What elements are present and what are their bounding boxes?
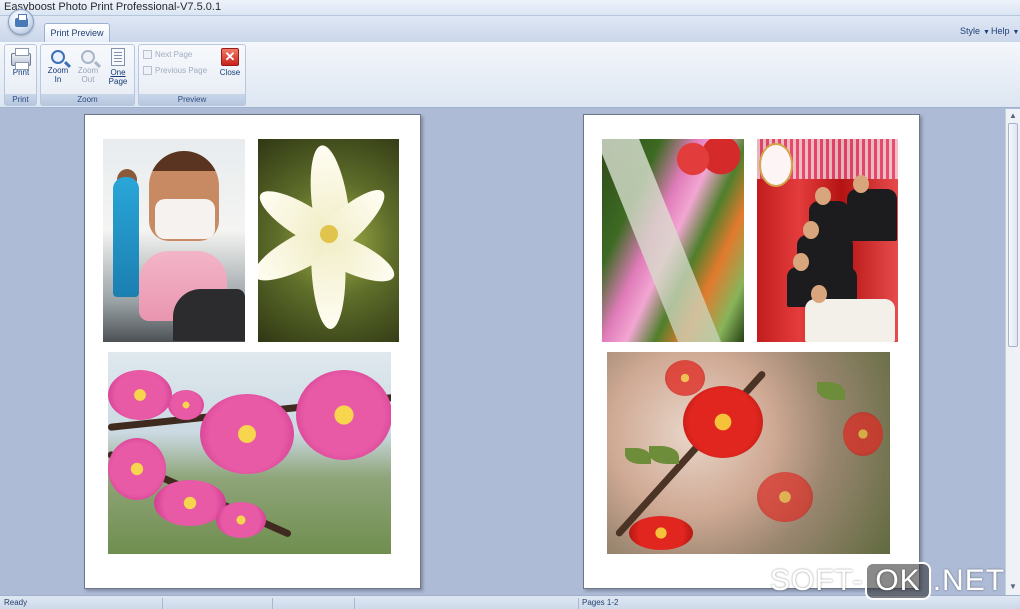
photo-detail	[843, 412, 883, 456]
photo-detail	[683, 386, 763, 458]
zoom-group: Zoom In Zoom Out One Page Zoom	[40, 44, 135, 106]
previous-page-icon	[143, 66, 152, 76]
zoom-out-label-line2: Out	[81, 75, 95, 84]
zoom-out-icon	[81, 50, 95, 64]
photo-detail	[113, 177, 139, 297]
window-title: Easyboost Photo Print Professional-V7.5.…	[4, 1, 222, 13]
print-group-label: Print	[5, 94, 36, 105]
status-divider	[355, 598, 579, 609]
zoom-out-label-line1: Zoom	[77, 66, 99, 75]
photo-detail	[649, 446, 679, 464]
close-icon: ✕	[221, 48, 239, 66]
close-label: Close	[219, 68, 241, 77]
zoom-in-label-line1: Zoom	[47, 66, 69, 75]
photo-detail	[629, 516, 693, 550]
photo-detail	[815, 187, 831, 205]
photo-detail	[108, 438, 166, 500]
previous-page-label: Previous Page	[155, 66, 208, 75]
photo-detail	[793, 253, 809, 271]
photo-detail	[320, 225, 338, 243]
photo-detail	[805, 285, 895, 342]
status-pages: Pages 1-2	[582, 598, 619, 607]
watermark-text-left: SOFT-	[770, 564, 864, 597]
watermark-text-box: OK	[865, 562, 931, 600]
photo-detail	[853, 175, 869, 193]
title-bar: Easyboost Photo Print Professional-V7.5.…	[0, 0, 1020, 16]
photo-white-lily[interactable]	[258, 139, 399, 342]
ribbon-tab-row: Print Preview Style ▼ Help ▼	[0, 16, 1020, 42]
photo-fitness-woman[interactable]	[103, 139, 245, 342]
photo-detail	[811, 285, 827, 303]
help-menu-label: Help	[991, 26, 1010, 36]
photo-detail	[155, 199, 215, 239]
next-page-label: Next Page	[155, 50, 193, 59]
photo-detail	[625, 448, 651, 464]
print-button[interactable]: Print	[7, 48, 35, 77]
photo-red-quince-blossom[interactable]	[607, 352, 890, 554]
close-preview-button[interactable]: ✕ Close	[216, 48, 244, 77]
tab-print-preview[interactable]: Print Preview	[44, 23, 110, 42]
zoom-group-label: Zoom	[41, 94, 134, 105]
photo-detail	[757, 472, 813, 522]
preview-workspace[interactable]	[0, 109, 1005, 595]
photo-detail	[168, 390, 204, 420]
print-group: Print Print	[4, 44, 37, 106]
next-page-icon	[143, 50, 152, 60]
scrollbar-thumb[interactable]	[1008, 123, 1018, 347]
photo-detail	[759, 143, 793, 187]
photo-detail	[296, 370, 391, 460]
photo-detail	[665, 360, 705, 396]
status-divider	[163, 598, 273, 609]
photo-detail	[672, 139, 742, 179]
zoom-out-button[interactable]: Zoom Out	[74, 48, 102, 84]
one-page-label-line1: One	[110, 68, 126, 77]
photo-detail	[200, 394, 294, 474]
photo-flower-garden[interactable]	[602, 139, 744, 342]
print-page-2	[583, 114, 920, 589]
previous-page-button[interactable]: Previous Page	[143, 66, 208, 76]
status-divider	[273, 598, 355, 609]
photo-detail	[108, 370, 172, 420]
help-menu[interactable]: Help ▼	[991, 26, 1019, 36]
status-divider	[0, 598, 163, 609]
zoom-in-icon	[51, 50, 65, 64]
zoom-in-button[interactable]: Zoom In	[44, 48, 72, 84]
one-page-icon	[111, 48, 125, 66]
chevron-down-icon: ▼	[983, 29, 990, 36]
zoom-in-label-line2: In	[54, 75, 62, 84]
preview-group-label: Preview	[139, 94, 245, 105]
photo-pink-blossom[interactable]	[108, 352, 391, 554]
vertical-scrollbar[interactable]: ▲ ▼	[1005, 109, 1020, 595]
ribbon: Print Print Zoom In Zoom Out One Page Zo…	[0, 42, 1020, 108]
one-page-label-line2: Page	[108, 77, 128, 86]
photo-detail	[803, 221, 819, 239]
scroll-up-arrow-icon[interactable]: ▲	[1008, 110, 1018, 122]
photo-detail	[847, 175, 897, 241]
photo-detail	[216, 502, 266, 538]
printer-icon	[11, 48, 31, 70]
style-menu-label: Style	[960, 26, 981, 36]
scroll-down-arrow-icon[interactable]: ▼	[1008, 581, 1018, 593]
app-logo-icon	[15, 14, 28, 27]
watermark-logo: SOFT- OK .NET	[770, 562, 1005, 602]
watermark-text-right: .NET	[932, 564, 1006, 597]
photo-detail	[173, 289, 245, 341]
print-page-1	[84, 114, 421, 589]
photo-detail	[817, 382, 845, 400]
photo-group-red[interactable]	[757, 139, 898, 342]
one-page-button[interactable]: One Page	[104, 48, 132, 86]
next-page-button[interactable]: Next Page	[143, 50, 193, 60]
chevron-down-icon: ▼	[1012, 29, 1020, 36]
preview-group: Next Page Previous Page ✕ Close Preview	[138, 44, 246, 106]
style-menu[interactable]: Style ▼	[960, 26, 990, 36]
app-menu-button[interactable]	[8, 9, 34, 35]
